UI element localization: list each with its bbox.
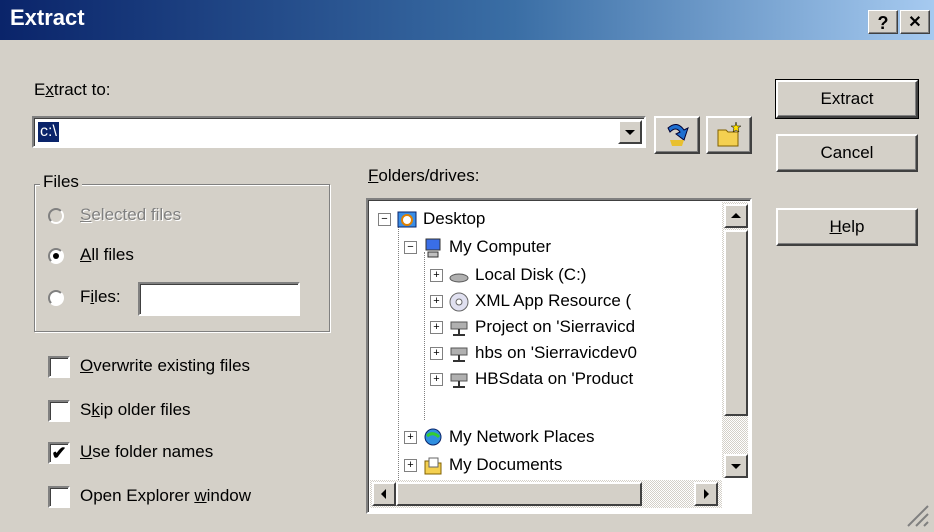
selected-files-label: Selected files (80, 205, 182, 224)
collapse-icon[interactable]: − (378, 213, 391, 227)
selected-files-radio (48, 208, 64, 224)
title-bar[interactable] (0, 0, 934, 40)
tree-item-local-disk[interactable]: + Local Disk (C:) (430, 262, 586, 288)
files-pattern-input[interactable] (138, 282, 300, 316)
tree-item-project-share[interactable]: + Project on 'Sierravicd (430, 314, 635, 340)
desktop-icon (397, 211, 417, 228)
tree-item-label: Project on 'Sierravicd (475, 317, 636, 336)
expand-icon[interactable]: + (404, 431, 417, 445)
files-label[interactable]: Files: (80, 287, 121, 307)
network-drive-icon (450, 373, 468, 388)
tree-item-my-network-places[interactable]: + My Network Places (404, 424, 594, 450)
expand-icon[interactable]: + (430, 321, 443, 335)
all-files-label[interactable]: All files (80, 245, 134, 265)
scroll-down-button[interactable] (724, 454, 748, 478)
extract-path-combobox[interactable]: c:\ (32, 116, 646, 148)
chevron-down-icon (625, 130, 635, 135)
expand-icon[interactable]: + (430, 373, 443, 387)
combobox-dropdown-button[interactable] (618, 120, 642, 144)
cancel-button[interactable]: Cancel (776, 134, 918, 172)
expand-icon[interactable]: + (404, 459, 417, 473)
tree-item-label: hbs on 'Sierravicdev0 (475, 343, 637, 362)
arrow-folder-icon (667, 124, 689, 146)
overwrite-label[interactable]: Overwrite existing files (80, 356, 250, 376)
extract-to-label: Extract to: (34, 80, 111, 99)
extract-button[interactable]: Extract (775, 79, 919, 119)
scroll-right-button[interactable] (694, 482, 718, 506)
scroll-left-button[interactable] (372, 482, 396, 506)
folder-tree[interactable]: − Desktop − My Computer + Local Disk (C:) +… (366, 198, 752, 514)
close-button[interactable]: ✕ (900, 10, 930, 34)
open-folder-button[interactable] (654, 116, 700, 154)
cd-icon (449, 292, 469, 312)
tree-item-label: Local Disk (C:) (475, 265, 587, 284)
new-folder-button[interactable] (706, 116, 752, 154)
new-folder-icon (717, 121, 742, 147)
window-title: Extract (10, 5, 85, 30)
tree-item-label: My Network Places (449, 427, 595, 446)
expand-icon[interactable]: + (430, 295, 443, 309)
overwrite-checkbox[interactable] (48, 356, 70, 378)
resize-grip-icon[interactable] (904, 502, 930, 528)
expand-icon[interactable]: + (430, 269, 443, 283)
tree-item-label: XML App Resource ( (475, 291, 632, 310)
extract-path-value[interactable]: c:\ (38, 122, 59, 142)
collapse-icon[interactable]: − (404, 241, 417, 255)
use-folder-names-checkbox[interactable]: ✔ (48, 442, 70, 464)
arrow-right-icon (704, 489, 709, 499)
tree-item-label: My Documents (449, 455, 563, 474)
tree-item-hbsdata-share[interactable]: + HBSdata on 'Product (430, 366, 633, 392)
files-group-legend: Files (40, 172, 82, 192)
arrow-down-icon (731, 464, 741, 469)
tree-item-my-computer[interactable]: − My Computer (404, 234, 551, 260)
use-folder-names-label[interactable]: Use folder names (80, 442, 213, 462)
help-button[interactable]: Help (776, 208, 918, 246)
expand-icon[interactable]: + (430, 347, 443, 361)
network-drive-icon (450, 347, 468, 362)
vertical-scroll-thumb[interactable] (724, 230, 748, 416)
skip-older-checkbox[interactable] (48, 400, 70, 422)
all-files-radio[interactable] (48, 248, 64, 264)
tree-item-desktop[interactable]: − Desktop (378, 206, 485, 232)
horizontal-scroll-thumb[interactable] (396, 482, 642, 506)
tree-item-my-documents[interactable]: + My Documents (404, 452, 562, 478)
arrow-up-icon (731, 213, 741, 218)
disk-icon (449, 273, 469, 283)
tree-item-label: Desktop (423, 209, 486, 228)
files-radio[interactable] (48, 290, 64, 306)
tree-item-hbs-share[interactable]: + hbs on 'Sierravicdev0 (430, 340, 637, 366)
tree-item-xml-app-resource[interactable]: + XML App Resource ( (430, 288, 631, 314)
help-title-button[interactable]: ? (868, 10, 898, 34)
open-explorer-label[interactable]: Open Explorer window (80, 486, 251, 506)
network-drive-icon (450, 321, 468, 336)
network-places-icon (424, 428, 442, 446)
arrow-left-icon (381, 489, 386, 499)
documents-icon (424, 457, 442, 475)
tree-item-label: HBSdata on 'Product (475, 369, 634, 388)
tree-item-label: My Computer (449, 237, 552, 256)
open-explorer-checkbox[interactable] (48, 486, 70, 508)
scroll-up-button[interactable] (724, 204, 748, 228)
folders-label: Folders/drives: (368, 166, 480, 185)
skip-older-label[interactable]: Skip older files (80, 400, 191, 420)
computer-icon (425, 238, 441, 258)
